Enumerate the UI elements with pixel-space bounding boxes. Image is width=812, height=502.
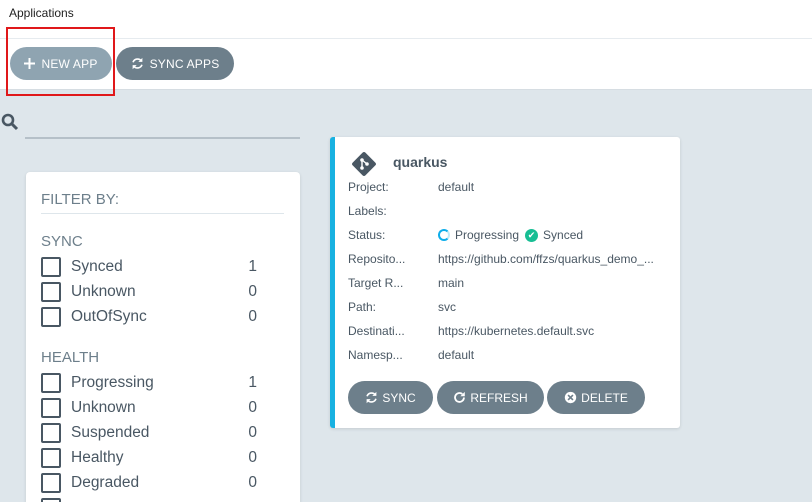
filter-label: Degraded: [71, 474, 140, 491]
checkbox[interactable]: [41, 473, 61, 493]
filter-health-healthy[interactable]: Healthy 0: [41, 448, 257, 468]
refresh-icon: [454, 391, 466, 403]
filter-label: Unknown: [71, 399, 136, 416]
sync-icon: [131, 57, 143, 70]
checkbox[interactable]: [41, 257, 61, 277]
filter-title: FILTER BY:: [41, 191, 120, 208]
filter-label: Unknown: [71, 283, 136, 300]
sync-apps-button[interactable]: SYNC APPS: [116, 47, 234, 80]
checkbox[interactable]: [41, 448, 61, 468]
filter-health-suspended[interactable]: Suspended 0: [41, 423, 257, 443]
new-app-button[interactable]: NEW APP: [10, 47, 112, 80]
filter-health-progressing[interactable]: Progressing 1: [41, 373, 257, 393]
filter-count: 0: [248, 399, 257, 416]
filter-label: OutOfSync: [71, 308, 147, 325]
page-title: Applications: [9, 6, 74, 20]
filter-health-partial-row[interactable]: [41, 498, 257, 502]
checkbox[interactable]: [41, 423, 61, 443]
target-revision-key: Target R...: [348, 276, 404, 290]
filter-label: Healthy: [71, 449, 124, 466]
checkbox[interactable]: [41, 373, 61, 393]
app-card[interactable]: quarkus Project: default Labels: Status:…: [330, 137, 680, 428]
status-key: Status:: [348, 228, 386, 242]
filter-count: 0: [248, 474, 257, 491]
filter-count: 1: [248, 374, 257, 391]
refresh-button[interactable]: REFRESH: [437, 381, 544, 414]
search-icon[interactable]: [1, 113, 19, 131]
filter-count: 1: [248, 258, 257, 275]
app-name[interactable]: quarkus: [393, 154, 447, 170]
health-section-title: HEALTH: [41, 349, 100, 366]
project-value: default: [438, 180, 475, 194]
top-bar: Applications: [0, 0, 812, 39]
checkbox[interactable]: [41, 307, 61, 327]
checkbox[interactable]: [41, 498, 61, 502]
filter-count: 0: [248, 283, 257, 300]
project-key: Project:: [348, 180, 389, 194]
filter-label: Synced: [71, 258, 123, 275]
delete-label: DELETE: [581, 390, 628, 405]
health-status: Progressing: [455, 228, 520, 242]
delete-icon: [564, 391, 577, 404]
checkbox[interactable]: [41, 282, 61, 302]
new-app-label: NEW APP: [41, 56, 98, 71]
search-input[interactable]: [25, 137, 300, 139]
target-revision-value: main: [438, 276, 465, 290]
delete-button[interactable]: DELETE: [547, 381, 645, 414]
divider: [41, 213, 284, 214]
filter-count: 0: [248, 424, 257, 441]
destination-value: https://kubernetes.default.svc: [438, 324, 595, 338]
sync-icon: [366, 391, 378, 404]
namespace-value: default: [438, 348, 475, 362]
status-value: Progressing ✔ Synced: [438, 228, 583, 242]
filter-count: 0: [248, 449, 257, 466]
sync-label: SYNC: [382, 390, 416, 405]
filter-label: Progressing: [71, 374, 154, 391]
filter-health-degraded[interactable]: Degraded 0: [41, 473, 257, 493]
labels-key: Labels:: [348, 204, 387, 218]
refresh-label: REFRESH: [470, 390, 528, 405]
filter-panel: FILTER BY: SYNC Synced 1 Unknown 0 OutOf…: [26, 172, 300, 502]
filter-count: 0: [248, 308, 257, 325]
destination-key: Destinati...: [348, 324, 405, 338]
synced-check-icon: ✔: [525, 228, 539, 242]
namespace-key: Namesp...: [348, 348, 403, 362]
sync-button[interactable]: SYNC: [348, 381, 433, 414]
repository-key: Reposito...: [348, 252, 406, 266]
path-value: svc: [438, 300, 456, 314]
sync-apps-label: SYNC APPS: [149, 56, 220, 71]
filter-sync-unknown[interactable]: Unknown 0: [41, 282, 257, 302]
sync-section-title: SYNC: [41, 233, 83, 250]
filter-label: Suspended: [71, 424, 150, 441]
filter-sync-synced[interactable]: Synced 1: [41, 257, 257, 277]
checkbox[interactable]: [41, 398, 61, 418]
progressing-icon: [438, 229, 450, 241]
git-icon: [352, 152, 376, 176]
sync-status: Synced: [543, 228, 584, 242]
filter-health-unknown[interactable]: Unknown 0: [41, 398, 257, 418]
plus-icon: [24, 58, 36, 69]
path-key: Path:: [348, 300, 377, 314]
toolbar: NEW APP SYNC APPS: [0, 27, 812, 96]
filter-sync-outofsync[interactable]: OutOfSync 0: [41, 307, 257, 327]
repository-value: https://github.com/ffzs/quarkus_demo_...: [438, 252, 654, 266]
